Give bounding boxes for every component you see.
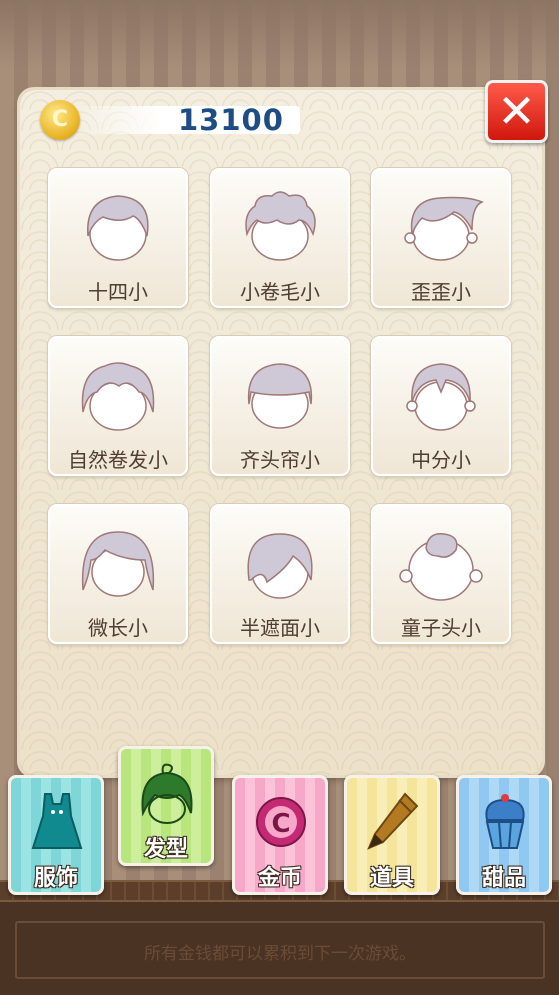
hairstyle-label: 齐头帘小 bbox=[240, 448, 320, 472]
hair-short-icon bbox=[87, 195, 149, 261]
hair-straight-bangs-icon bbox=[247, 363, 313, 429]
hair-middle-part-icon bbox=[406, 363, 476, 431]
coin-value: 13100 bbox=[178, 103, 284, 137]
hairstyle-label: 十四小 bbox=[88, 280, 148, 304]
tab-clothing-label: 服饰 bbox=[33, 866, 78, 891]
hairstyle-label: 微长小 bbox=[88, 616, 148, 640]
hairstyle-card[interactable]: 半遮面小 bbox=[210, 504, 350, 644]
tab-hairstyle-label: 发型 bbox=[143, 837, 188, 862]
svg-text:C: C bbox=[271, 809, 290, 839]
hair-medium-long-icon bbox=[81, 531, 155, 597]
hairstyle-label: 中分小 bbox=[411, 448, 471, 472]
hairstyle-label: 歪歪小 bbox=[411, 280, 471, 304]
coin-balance: 13100 bbox=[40, 100, 300, 140]
hairstyle-card[interactable]: 自然卷发小 bbox=[48, 336, 188, 476]
close-button[interactable]: ✕ bbox=[485, 80, 548, 143]
hairstyle-card[interactable]: 齐头帘小 bbox=[210, 336, 350, 476]
notice-text: 所有金钱都可以累积到下一次游戏。 bbox=[144, 944, 416, 964]
hairstyle-label: 半遮面小 bbox=[240, 616, 320, 640]
hair-side-swept-icon bbox=[404, 196, 484, 261]
coin-icon bbox=[40, 100, 80, 140]
hairstyle-label: 自然卷发小 bbox=[68, 448, 168, 472]
background-stripes bbox=[0, 0, 559, 70]
hairstyle-card[interactable]: 歪歪小 bbox=[371, 168, 511, 308]
tab-desserts[interactable]: 甜品 bbox=[456, 775, 552, 895]
hairstyle-label: 小卷毛小 bbox=[240, 280, 320, 304]
tab-coins-label: 金币 bbox=[257, 866, 302, 891]
tab-clothing[interactable]: 服饰 bbox=[8, 775, 104, 895]
tab-hairstyle[interactable]: 发型 bbox=[118, 746, 214, 866]
hairstyle-card[interactable]: 童子头小 bbox=[371, 504, 511, 644]
hairstyle-label: 童子头小 bbox=[401, 616, 481, 640]
hairstyle-card[interactable]: 十四小 bbox=[48, 168, 188, 308]
hair-natural-curl-icon bbox=[81, 362, 155, 431]
notice-box: 所有金钱都可以累积到下一次游戏。 bbox=[15, 921, 545, 979]
tab-desserts-label: 甜品 bbox=[481, 866, 526, 891]
coin-c-icon: C bbox=[256, 797, 306, 847]
hairstyle-card[interactable]: 微长小 bbox=[48, 504, 188, 644]
hairstyle-card[interactable]: 中分小 bbox=[371, 336, 511, 476]
hairstyle-grid: 十四小 小卷毛小 歪歪小 自然卷发小 齐头帘小 中分小 微长小 半遮面小 童子头… bbox=[48, 168, 513, 648]
pencil-icon bbox=[367, 792, 419, 850]
dress-icon bbox=[31, 793, 83, 849]
hair-half-cover-icon bbox=[247, 533, 313, 599]
cupcake-icon bbox=[485, 794, 525, 849]
tab-items[interactable]: 道具 bbox=[344, 775, 440, 895]
close-icon: ✕ bbox=[497, 84, 536, 138]
tab-items-label: 道具 bbox=[369, 866, 414, 891]
hair-curly-icon bbox=[245, 191, 316, 261]
tab-coins[interactable]: C 金币 bbox=[232, 775, 328, 895]
hair-icon bbox=[141, 763, 193, 824]
hairstyle-card[interactable]: 小卷毛小 bbox=[210, 168, 350, 308]
hair-child-tuft-icon bbox=[399, 533, 483, 601]
